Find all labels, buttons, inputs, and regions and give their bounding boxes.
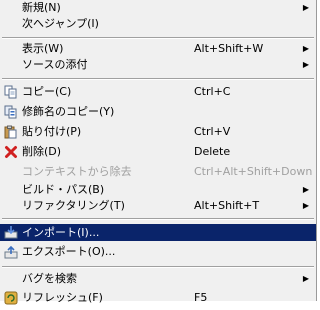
menu-item-build-path[interactable]: ビルド・パス(B) ▶ xyxy=(0,182,316,198)
menu-item-shortcut: Ctrl+V xyxy=(194,125,231,138)
submenu-arrow-icon: ▶ xyxy=(302,185,309,194)
menu-item-shortcut: Ctrl+C xyxy=(194,85,231,98)
menu-item-shortcut: Delete xyxy=(194,145,231,158)
submenu-arrow-icon: ▶ xyxy=(302,44,309,53)
menu-item-label: 貼り付け(P) xyxy=(22,125,82,138)
refresh-icon xyxy=(4,291,18,305)
import-icon xyxy=(4,225,18,239)
submenu-arrow-icon: ▶ xyxy=(302,60,309,69)
menu-item-label: 表示(W) xyxy=(22,42,64,55)
paste-icon xyxy=(4,125,18,139)
menu-item-label: 削除(D) xyxy=(22,145,62,158)
menu-item-import[interactable]: インポート(I)... xyxy=(0,224,316,241)
menu-item-delete[interactable]: 削除(D) Delete xyxy=(0,144,316,160)
menu-item-attach-source[interactable]: ソースの添付 ▶ xyxy=(0,57,316,73)
menu-item-label: コピー(C) xyxy=(22,85,72,98)
menu-separator xyxy=(2,266,314,268)
menu-item-go-into[interactable]: 次へジャンプ(I) xyxy=(0,16,316,32)
menu-item-label: コンテキストから除去 xyxy=(22,165,132,178)
menu-item-shortcut: Alt+Shift+W xyxy=(194,42,264,55)
menu-item-shortcut: Ctrl+Alt+Shift+Down xyxy=(194,165,313,178)
menu-item-copy[interactable]: コピー(C) Ctrl+C xyxy=(0,84,316,100)
export-icon xyxy=(4,245,18,259)
menu-item-label: バグを検索 xyxy=(22,272,77,285)
menu-item-label: インポート(I)... xyxy=(22,226,100,239)
menu-item-paste[interactable]: 貼り付け(P) Ctrl+V xyxy=(0,124,316,140)
copy-icon xyxy=(4,85,18,99)
menu-item-label: ビルド・パス(B) xyxy=(22,183,105,196)
submenu-arrow-icon: ▶ xyxy=(302,3,309,12)
menu-item-label: リファクタリング(T) xyxy=(22,199,125,212)
menu-item-remove-from-context: コンテキストから除去 Ctrl+Alt+Shift+Down xyxy=(0,164,316,180)
menu-item-export[interactable]: エクスポート(O)... xyxy=(0,244,316,260)
menu-item-label: リフレッシュ(F) xyxy=(22,291,103,304)
menu-item-refresh[interactable]: リフレッシュ(F) F5 xyxy=(0,290,316,306)
menu-item-label: エクスポート(O)... xyxy=(22,245,116,258)
menu-item-new[interactable]: 新規(N) ▶ xyxy=(0,0,316,16)
menu-item-shortcut: Alt+Shift+T xyxy=(194,199,260,212)
menu-item-find-bugs[interactable]: バグを検索 ▶ xyxy=(0,271,316,287)
submenu-arrow-icon: ▶ xyxy=(302,201,309,210)
menu-item-refactor[interactable]: リファクタリング(T) Alt+Shift+T ▶ xyxy=(0,198,316,214)
delete-icon xyxy=(4,145,18,159)
menu-item-show-in[interactable]: 表示(W) Alt+Shift+W ▶ xyxy=(0,41,316,57)
qualified-copy-icon xyxy=(4,105,18,119)
menu-item-label: 新規(N) xyxy=(22,1,61,14)
menu-item-copy-qualified-name[interactable]: 修飾名のコピー(Y) xyxy=(0,104,316,120)
menu-separator xyxy=(2,37,314,39)
menu-item-label: ソースの添付 xyxy=(22,58,88,71)
menu-separator xyxy=(2,218,314,220)
menu-item-label: 次へジャンプ(I) xyxy=(22,17,99,30)
menu-item-shortcut: F5 xyxy=(194,291,208,304)
menu-item-label: 修飾名のコピー(Y) xyxy=(22,105,115,118)
menu-separator xyxy=(2,78,314,80)
submenu-arrow-icon: ▶ xyxy=(302,274,309,283)
context-menu: 新規(N) ▶ 次へジャンプ(I) 表示(W) Alt+Shift+W ▶ ソー… xyxy=(0,0,317,305)
